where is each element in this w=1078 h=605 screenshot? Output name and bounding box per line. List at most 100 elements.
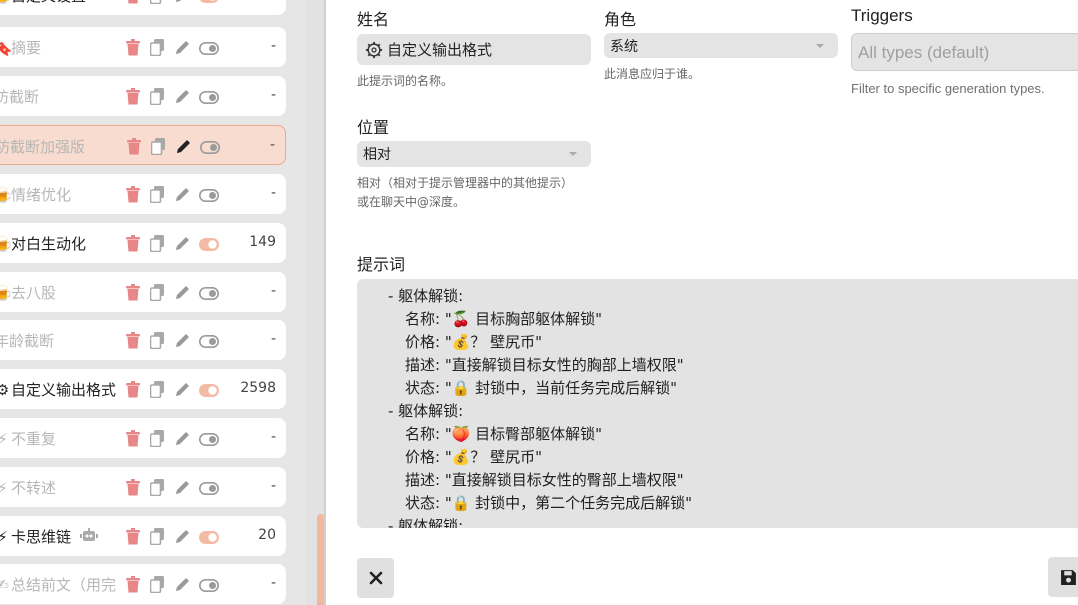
pencil-icon[interactable]: [175, 138, 192, 155]
trash-icon[interactable]: [126, 88, 143, 105]
list-item[interactable]: 🔖摘要 -: [0, 27, 286, 67]
close-button[interactable]: [357, 558, 394, 598]
name-input[interactable]: 自定义输出格式: [357, 34, 591, 65]
copy-icon[interactable]: [149, 0, 167, 5]
prompt-name[interactable]: ⚡ 卡思维链: [0, 526, 120, 547]
trash-icon[interactable]: [127, 138, 144, 155]
toggle-icon[interactable]: [199, 41, 219, 55]
prompt-name[interactable]: 🔖摘要: [0, 37, 120, 58]
pencil-icon[interactable]: [174, 576, 191, 593]
trash-icon[interactable]: [126, 186, 143, 203]
trash-icon[interactable]: [126, 381, 143, 398]
pencil-icon[interactable]: [174, 88, 191, 105]
trash-icon[interactable]: [126, 235, 143, 252]
prompt-name[interactable]: 防截断: [0, 86, 120, 107]
pencil-icon[interactable]: [174, 528, 191, 545]
prompt-text-line: 描述: "直接解锁目标女性的胸部上墙权限": [405, 356, 684, 374]
list-item[interactable]: 🍺对白生动化 149: [0, 223, 286, 263]
copy-icon[interactable]: [149, 576, 167, 594]
trash-icon[interactable]: [126, 479, 143, 496]
copy-icon[interactable]: [149, 528, 167, 546]
pencil-icon[interactable]: [174, 235, 191, 252]
triggers-hint: Filter to specific generation types.: [851, 81, 1045, 96]
toggle-icon[interactable]: [199, 481, 219, 495]
toggle-icon[interactable]: [199, 237, 219, 251]
trash-icon[interactable]: [126, 430, 143, 447]
prompt-name[interactable]: 🍺去八股: [0, 282, 120, 303]
robot-icon: [80, 527, 98, 543]
list-item[interactable]: 🍺去八股 -: [0, 272, 286, 312]
trash-icon[interactable]: [126, 576, 143, 593]
trash-icon[interactable]: [126, 39, 143, 56]
toggle-icon[interactable]: [199, 383, 219, 397]
prompt-name-text: 情绪优化: [11, 186, 72, 204]
prompt-name[interactable]: ⚡ 不转述: [0, 477, 120, 498]
pencil-icon[interactable]: [174, 381, 191, 398]
pencil-icon[interactable]: [174, 0, 191, 4]
token-count: -: [270, 429, 276, 445]
list-item[interactable]: 年龄截断 -: [0, 320, 286, 360]
toggle-icon[interactable]: [199, 188, 219, 202]
toggle-icon[interactable]: [199, 286, 219, 300]
prompt-name-text: 自定义输出格式: [11, 381, 117, 399]
list-item[interactable]: ✍ 总结前文（用完 -: [0, 564, 286, 604]
pencil-icon[interactable]: [174, 284, 191, 301]
save-button[interactable]: [1048, 557, 1078, 597]
toggle-icon[interactable]: [200, 140, 220, 154]
prompt-name[interactable]: 防截断加强版: [0, 136, 121, 157]
copy-icon[interactable]: [149, 332, 167, 350]
pencil-icon[interactable]: [174, 479, 191, 496]
prompt-textarea[interactable]: - 躯体解锁: 名称: "🍒 目标胸部躯体解锁" 价格: "💰？ 壁尻币" 描述: "…: [357, 279, 1078, 528]
copy-icon[interactable]: [149, 39, 167, 57]
copy-icon[interactable]: [149, 430, 167, 448]
pencil-icon[interactable]: [174, 39, 191, 56]
toggle-icon[interactable]: [199, 530, 219, 544]
copy-icon[interactable]: [149, 284, 167, 302]
toggle-icon[interactable]: [199, 334, 219, 348]
prompt-name-text: 防截断加强版: [0, 138, 86, 156]
toggle-icon[interactable]: [199, 578, 219, 592]
trash-icon[interactable]: [126, 0, 143, 4]
copy-icon[interactable]: [149, 88, 167, 106]
token-count: -: [270, 38, 276, 54]
prompt-name[interactable]: ⚙ 自定义输出格式: [0, 379, 120, 400]
role-select[interactable]: 系统: [604, 33, 838, 58]
triggers-label: Triggers: [851, 6, 913, 25]
toggle-icon[interactable]: [199, 90, 219, 104]
prompt-name[interactable]: 年龄截断: [0, 330, 120, 351]
token-count: 149: [249, 234, 276, 250]
prompt-name[interactable]: ✍ 总结前文（用完: [0, 574, 120, 595]
toggle-icon[interactable]: [199, 0, 219, 3]
prompt-text-line: 描述: "直接解锁目标女性的臀部上墙权限": [405, 471, 684, 489]
pencil-icon[interactable]: [174, 430, 191, 447]
list-item[interactable]: 🍺情绪优化 -: [0, 174, 286, 214]
list-item[interactable]: ⚡ 卡思维链 20: [0, 516, 286, 556]
position-select[interactable]: 相对: [357, 141, 591, 167]
prompt-name[interactable]: 🍺对白生动化: [0, 233, 120, 254]
copy-icon[interactable]: [149, 479, 167, 497]
pencil-icon[interactable]: [174, 332, 191, 349]
copy-icon[interactable]: [149, 186, 167, 204]
prompt-name[interactable]: 🍺自定义设置: [0, 0, 120, 6]
pencil-icon[interactable]: [174, 186, 191, 203]
toggle-icon[interactable]: [199, 432, 219, 446]
copy-icon[interactable]: [149, 381, 167, 399]
list-item[interactable]: ⚡ 不转述 -: [0, 467, 286, 507]
list-item[interactable]: 防截断加强版 -: [0, 125, 286, 165]
prompt-name-text: 卡思维链: [11, 528, 72, 546]
trash-icon[interactable]: [126, 528, 143, 545]
close-icon: [369, 571, 382, 585]
trash-icon[interactable]: [126, 284, 143, 301]
list-item[interactable]: 防截断 -: [0, 76, 286, 116]
prompt-name[interactable]: ⚡ 不重复: [0, 428, 120, 449]
list-item[interactable]: ⚡ 不重复 -: [0, 418, 286, 458]
triggers-select[interactable]: All types (default): [851, 33, 1078, 71]
prompt-name[interactable]: 🍺情绪优化: [0, 184, 120, 205]
copy-icon[interactable]: [149, 235, 167, 253]
list-item[interactable]: 🍺自定义设置 81: [0, 0, 286, 15]
prompt-text-line: - 躯体解锁:: [388, 517, 464, 528]
list-item[interactable]: ⚙ 自定义输出格式 2598: [0, 369, 286, 409]
trash-icon[interactable]: [126, 332, 143, 349]
role-label: 角色: [604, 10, 637, 29]
copy-icon[interactable]: [150, 138, 168, 156]
